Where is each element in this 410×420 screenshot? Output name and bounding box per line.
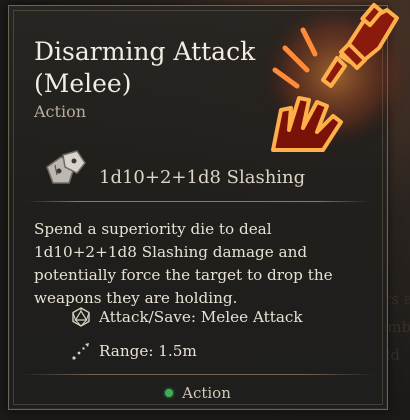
action-description: Spend a superiority die to deal 1d10+2+1… xyxy=(34,220,333,307)
action-resource-dot-icon xyxy=(165,389,174,397)
property-attack-save: Attack/Save: Melee Attack xyxy=(71,307,303,327)
action-title: Disarming Attack (Melee) xyxy=(34,37,256,98)
property-attack-save-text: Attack/Save: Melee Attack xyxy=(99,308,303,326)
range-icon xyxy=(72,343,89,360)
footer-divider xyxy=(19,374,377,375)
damage-text: 1d10+2+1d8 Slashing xyxy=(99,166,306,188)
section-divider xyxy=(27,201,369,202)
damage-row: 1d10+2+1d8 Slashing xyxy=(43,149,305,189)
action-resource-label: Action xyxy=(182,384,231,402)
d20-icon xyxy=(72,307,90,327)
disarm-sword-hand-icon xyxy=(255,0,410,155)
action-tooltip: Disarming Attack (Melee) Action 1d10+2+1… xyxy=(8,0,410,410)
property-range-text: Range: 1.5m xyxy=(99,342,197,360)
action-type-label: Action xyxy=(34,102,86,121)
property-range: Range: 1.5m xyxy=(71,341,197,361)
action-resource-footer: Action xyxy=(9,384,387,402)
dice-icon xyxy=(46,150,86,184)
